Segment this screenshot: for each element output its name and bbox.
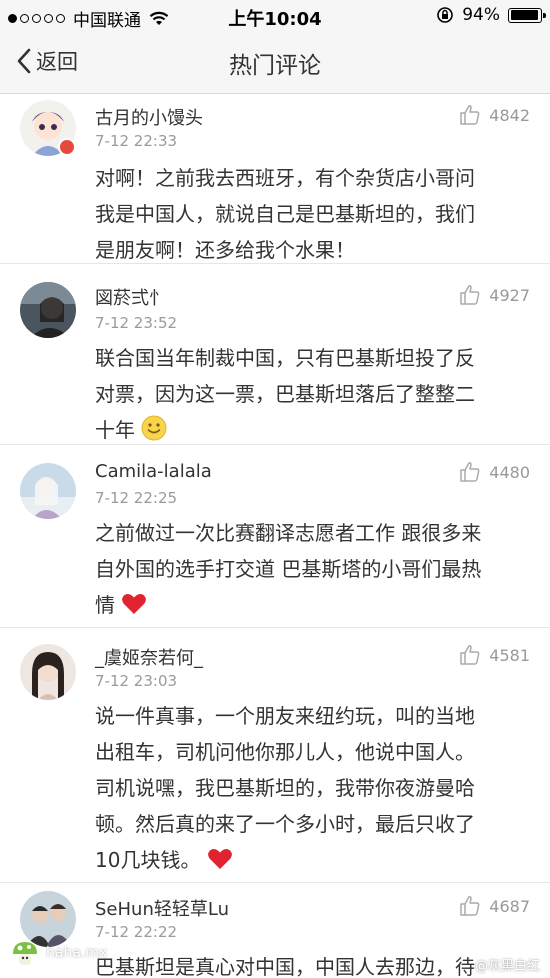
battery-percent: 94%	[462, 5, 500, 25]
battery-icon	[508, 7, 546, 23]
like-count: 4927	[489, 285, 530, 305]
comment-time: 7-12 22:22	[95, 923, 178, 941]
comment-line: 对票，因为这一票，巴基斯坦落后了整整二	[95, 382, 475, 406]
comment-list: 古月的小馒头 7-12 22:33 4842 对啊！之前我去西班牙，有个杂货店小…	[0, 94, 550, 978]
like-button[interactable]: 4842	[459, 104, 530, 126]
comment-line: 司机说嘿，我巴基斯坦的，我带你夜游曼哈	[95, 776, 475, 800]
thumbs-up-icon	[460, 645, 480, 665]
comment-username[interactable]: 古月的小馒头	[95, 104, 203, 130]
comment-line: 之前做过一次比赛翻译志愿者工作 跟很多来	[95, 521, 482, 545]
thumbs-up-icon	[460, 896, 480, 916]
heart-emoji-icon	[122, 593, 147, 614]
avatar[interactable]	[20, 463, 76, 519]
like-count: 4480	[489, 462, 530, 482]
watermark-logo: haha.mx	[10, 938, 107, 968]
comment-line: 自外国的选手打交道 巴基斯塔的小哥们最热	[95, 557, 482, 581]
like-count: 4581	[489, 645, 530, 665]
status-bar: 中国联通 上午10:04 94%	[0, 0, 550, 32]
comment-text: 说一件真事，一个朋友来纽约玩，叫的当地 出租车，司机问他你那儿人，他说中国人。 …	[95, 698, 535, 878]
comment-text: 联合国当年制裁中国，只有巴基斯坦投了反 对票，因为这一票，巴基斯坦落后了整整二 …	[95, 340, 535, 448]
comment-line-with-emoji: 情	[95, 587, 535, 623]
comment-username[interactable]: Camila-lalala	[95, 461, 212, 482]
comment-item: 図菸弍忄 7-12 23:52 4927 联合国当年制裁中国，只有巴基斯坦投了反…	[0, 264, 550, 445]
comment-line: 情	[95, 593, 115, 617]
comment-line: 顿。然后真的来了一个多小时，最后只收了	[95, 812, 475, 836]
comment-item: _虞姬奈若何_ 7-12 23:03 4581 说一件真事，一个朋友来纽约玩，叫…	[0, 628, 550, 883]
comment-time: 7-12 22:33	[95, 132, 178, 150]
comment-line: 10几块钱。	[95, 848, 201, 872]
comment-line: 我是中国人，就说自己是巴基斯坦的，我们	[95, 202, 475, 226]
comment-line: 是朋友啊！还多给我个水果！	[95, 238, 355, 262]
comment-line: 对啊！之前我去西班牙，有个杂货店小哥问	[95, 166, 475, 190]
smile-emoji-icon	[141, 415, 167, 441]
comment-username[interactable]: 図菸弍忄	[95, 284, 167, 310]
like-count: 4842	[489, 105, 530, 125]
comment-username[interactable]: _虞姬奈若何_	[95, 644, 203, 670]
like-button[interactable]: 4480	[459, 461, 530, 483]
like-count: 4687	[489, 896, 530, 916]
like-button[interactable]: 4581	[459, 644, 530, 666]
comment-line-with-emoji: 十年	[95, 412, 535, 448]
comment-text: 之前做过一次比赛翻译志愿者工作 跟很多来 自外国的选手打交道 巴基斯塔的小哥们最…	[95, 515, 535, 623]
avatar[interactable]	[20, 282, 76, 338]
watermark-left-text: haha.mx	[46, 945, 108, 961]
comment-line: 十年	[95, 418, 135, 442]
comment-item: 古月的小馒头 7-12 22:33 4842 对啊！之前我去西班牙，有个杂货店小…	[0, 94, 550, 264]
comment-time: 7-12 23:52	[95, 314, 178, 332]
thumbs-up-icon	[460, 105, 480, 125]
comment-time: 7-12 22:25	[95, 489, 178, 507]
page-title: 热门评论	[229, 53, 321, 79]
comment-line: 出租车，司机问他你那儿人，他说中国人。	[95, 740, 475, 764]
watermark-right-text: @灰黑白红	[474, 959, 540, 974]
comment-line-with-emoji: 10几块钱。	[95, 842, 535, 878]
heart-emoji-icon	[207, 848, 232, 869]
verified-badge	[58, 138, 76, 156]
like-button[interactable]: 4687	[459, 895, 530, 917]
mushroom-logo-icon	[13, 942, 37, 965]
thumbs-up-icon	[460, 285, 480, 305]
comment-time: 7-12 23:03	[95, 672, 178, 690]
thumbs-up-icon	[460, 462, 480, 482]
like-button[interactable]: 4927	[459, 284, 530, 306]
comment-text: 巴基斯坦是真心对中国，中国人去那边，待	[95, 949, 535, 978]
rotation-lock-icon	[437, 7, 454, 23]
comment-line: 联合国当年制裁中国，只有巴基斯坦投了反	[95, 346, 475, 370]
comment-text: 对啊！之前我去西班牙，有个杂货店小哥问 我是中国人，就说自己是巴基斯坦的，我们 …	[95, 160, 535, 268]
avatar[interactable]	[20, 644, 76, 700]
comment-line: 巴基斯坦是真心对中国，中国人去那边，待	[95, 955, 475, 978]
comment-line: 说一件真事，一个朋友来纽约玩，叫的当地	[95, 704, 475, 728]
nav-bar: 返回 热门评论	[0, 32, 550, 94]
comment-username[interactable]: SeHun轻轻草Lu	[95, 895, 229, 921]
comment-item: Camila-lalala 7-12 22:25 4480 之前做过一次比赛翻译…	[0, 445, 550, 628]
